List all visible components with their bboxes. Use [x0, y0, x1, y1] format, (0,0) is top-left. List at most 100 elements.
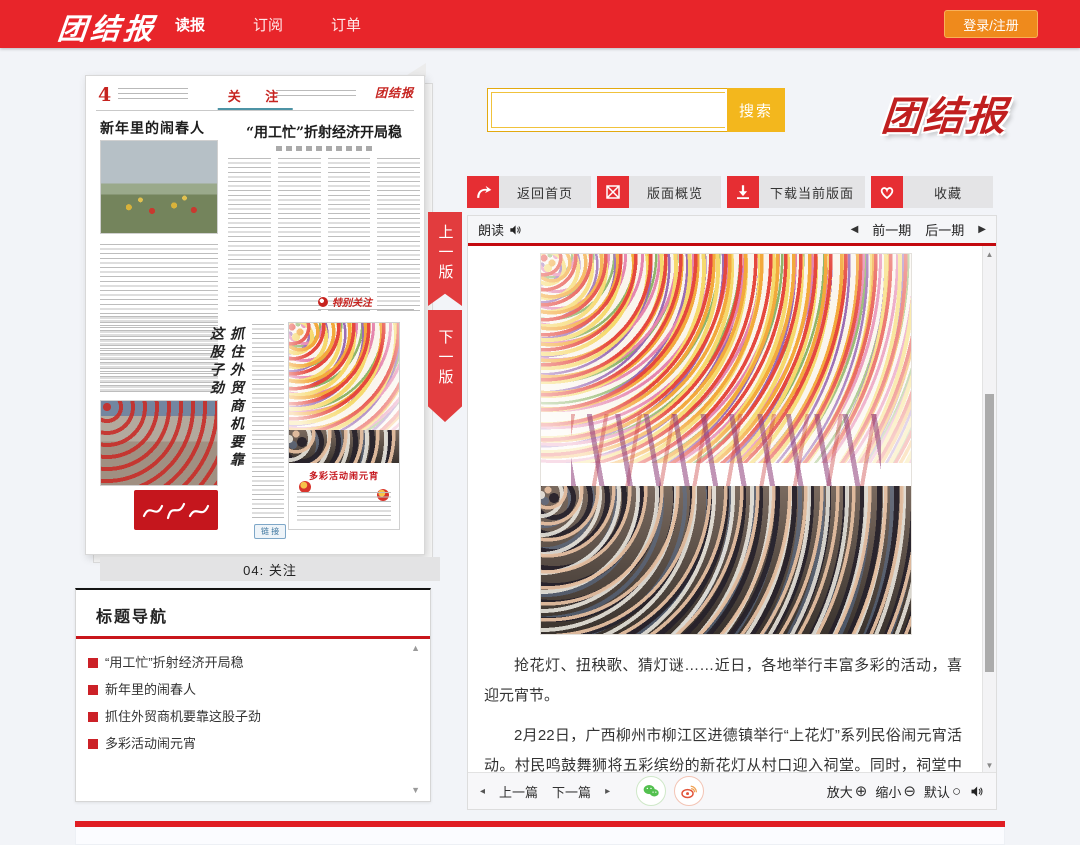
dancers-photo	[100, 140, 218, 234]
bullet-icon	[88, 712, 98, 722]
footer-area	[75, 827, 1005, 845]
prev-article-button[interactable]: 上一篇	[499, 782, 538, 801]
zoom-in-icon: ⊕	[855, 782, 868, 800]
prev-article-arrow-icon: ◂	[480, 786, 485, 797]
fake-text-main	[228, 158, 420, 312]
preview-headline-photo-band: 多彩活动闹元宵	[295, 469, 393, 482]
special-focus-label: 特别关注	[332, 294, 372, 309]
prev-issue-button[interactable]: 前一期	[872, 220, 911, 239]
preview-headline-left: 新年里的闹春人	[100, 118, 220, 138]
title-nav-item[interactable]: 多彩活动闹元宵	[88, 730, 404, 757]
zoom-in-label: 放大	[827, 782, 853, 801]
site-logo[interactable]: 团结报	[56, 6, 159, 48]
lion-dance-photo	[100, 400, 218, 486]
share-buttons	[636, 776, 704, 806]
zoom-out-label: 缩小	[875, 782, 901, 801]
header-rule	[96, 110, 414, 111]
fake-text-mid	[100, 316, 218, 394]
speaker-icon	[508, 223, 522, 237]
article-paragraph: 抢花灯、扭秧歌、猜灯谜……近日，各地举行丰富多彩的活动，喜迎元宵节。	[484, 651, 962, 711]
link-label: 链 接	[254, 524, 286, 539]
read-aloud-button[interactable]: 朗读	[478, 220, 522, 239]
title-nav-item-label: “用工忙”折射经济开局稳	[105, 649, 244, 676]
zoom-in-button[interactable]: 放大⊕	[827, 782, 868, 801]
lantern-crowd	[289, 430, 399, 463]
article-photo-lanterns	[540, 253, 912, 635]
article-navigation: ◂ 上一篇 下一篇 ▸	[480, 782, 610, 801]
volume-icon[interactable]	[969, 784, 984, 799]
article-text: 抢花灯、扭秧歌、猜灯谜……近日，各地举行丰富多彩的活动，喜迎元宵节。 2月22日…	[468, 651, 996, 774]
title-navigation-heading: 标题导航	[76, 590, 430, 636]
bullet-icon	[88, 739, 98, 749]
weibo-share-icon[interactable]	[674, 776, 704, 806]
article-content: 抢花灯、扭秧歌、猜灯谜……近日，各地举行丰富多彩的活动，喜迎元宵节。 2月22日…	[468, 246, 996, 774]
favorite-button[interactable]: 收藏	[871, 176, 993, 208]
preview-headline-vertical: 抓住外贸商机要靠这股子劲	[220, 326, 246, 486]
previous-page-tab[interactable]: 上一版	[428, 212, 462, 306]
next-issue-arrow-icon: ▶	[978, 224, 986, 235]
crowd-reaching	[541, 486, 911, 634]
next-issue-button[interactable]: 后一期	[925, 220, 964, 239]
title-nav-item-label: 新年里的闹春人	[105, 676, 196, 703]
zoom-default-icon: ○	[952, 783, 961, 800]
list-scroll-down-icon[interactable]: ▼	[411, 785, 420, 795]
title-navigation-panel: 标题导航 ▲ “用工忙”折射经济开局稳 新年里的闹春人 抓住外贸商机要靠这股子劲…	[75, 588, 431, 802]
bullet-icon	[88, 685, 98, 695]
special-focus-badge: 特别关注	[318, 294, 414, 310]
main-nav: 读报 订阅 订单	[175, 0, 361, 48]
prev-issue-arrow-icon: ◀	[851, 224, 859, 235]
header-smalltext	[118, 88, 188, 102]
zoom-default-label: 默认	[924, 782, 950, 801]
mini-masthead: 团结报	[375, 84, 414, 101]
page-number: 4	[98, 84, 111, 106]
lantern-streamers	[571, 414, 882, 486]
fake-text-photo	[297, 492, 391, 522]
list-scroll-up-icon[interactable]: ▲	[411, 643, 420, 653]
issue-navigation: ◀ 前一期 后一期 ▶	[851, 220, 986, 239]
page-caption: 04: 关注	[100, 557, 440, 581]
back-home-label: 返回首页	[499, 176, 591, 208]
fake-text-vcol	[252, 324, 284, 520]
scrollbar-thumb[interactable]	[985, 394, 994, 672]
calligraphy-stamp	[134, 490, 218, 530]
top-navigation-bar: 团结报 读报 订阅 订单 登录/注册	[0, 0, 1080, 48]
title-navigation-list: ▲ “用工忙”折射经济开局稳 新年里的闹春人 抓住外贸商机要靠这股子劲 多彩活动…	[76, 639, 430, 757]
wechat-share-icon[interactable]	[636, 776, 666, 806]
read-aloud-label: 朗读	[478, 220, 504, 239]
nav-item-subscribe[interactable]: 订阅	[253, 14, 283, 35]
search-bar: 搜索	[487, 88, 785, 132]
title-nav-item[interactable]: 抓住外贸商机要靠这股子劲	[88, 703, 404, 730]
article-panel-footer: ◂ 上一篇 下一篇 ▸ 放大⊕ 缩小⊖ 默认○	[468, 772, 996, 809]
heart-icon	[871, 176, 903, 208]
title-nav-item[interactable]: “用工忙”折射经济开局稳	[88, 649, 404, 676]
preview-headline-main: “用工忙”折射经济开局稳	[228, 122, 420, 142]
back-home-button[interactable]: 返回首页	[467, 176, 591, 208]
zoom-default-button[interactable]: 默认○	[924, 782, 961, 801]
search-input[interactable]	[491, 92, 725, 128]
search-button[interactable]: 搜索	[727, 88, 785, 132]
favorite-label: 收藏	[903, 176, 993, 208]
page: 团结报 读报 订阅 订单 登录/注册 4 关 注 团结报 新年里的闹春人 “用工…	[0, 0, 1080, 845]
scroll-up-icon[interactable]: ▲	[983, 250, 996, 259]
zoom-out-button[interactable]: 缩小⊖	[875, 782, 916, 801]
title-nav-item[interactable]: 新年里的闹春人	[88, 676, 404, 703]
download-page-button[interactable]: 下载当前版面	[727, 176, 865, 208]
download-page-label: 下载当前版面	[759, 176, 865, 208]
brand-logo: 团结报	[879, 84, 1010, 142]
page-overview-button[interactable]: 版面概览	[597, 176, 721, 208]
newspaper-page-preview[interactable]: 4 关 注 团结报 新年里的闹春人 “用工忙”折射经济开局稳 抓住外贸商机要靠这…	[85, 75, 425, 555]
scroll-down-icon[interactable]: ▼	[983, 761, 996, 770]
page-overview-label: 版面概览	[629, 176, 721, 208]
login-register-button[interactable]: 登录/注册	[944, 10, 1038, 38]
return-arrow-icon	[467, 176, 499, 208]
nav-item-orders[interactable]: 订单	[331, 14, 361, 35]
next-article-button[interactable]: 下一篇	[552, 782, 591, 801]
next-page-tab[interactable]: 下一版	[428, 310, 462, 422]
bullet-icon	[88, 658, 98, 668]
download-icon	[727, 176, 759, 208]
zoom-out-icon: ⊖	[903, 782, 916, 800]
issue-info-lines	[276, 90, 356, 100]
title-nav-item-label: 抓住外贸商机要靠这股子劲	[105, 703, 261, 730]
nav-item-read[interactable]: 读报	[175, 14, 205, 35]
article-scrollbar[interactable]: ▲ ▼	[982, 246, 996, 774]
